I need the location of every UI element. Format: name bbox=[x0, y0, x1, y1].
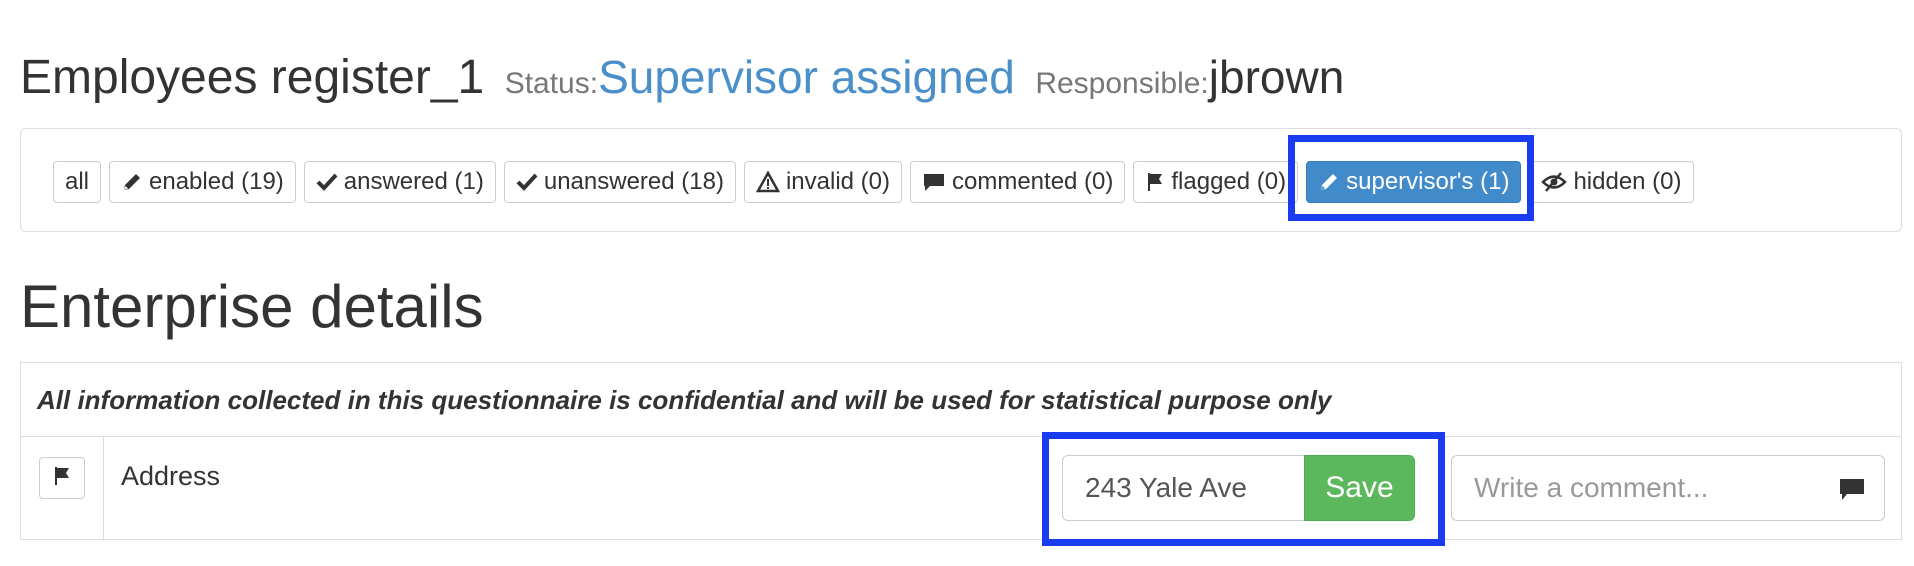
filter-invalid-label: invalid (0) bbox=[785, 168, 890, 195]
flag-cell bbox=[21, 437, 104, 541]
filter-answered-button[interactable]: answered (1) bbox=[303, 161, 496, 203]
filter-all-button[interactable]: all bbox=[53, 161, 102, 203]
comment-box bbox=[1451, 455, 1885, 521]
filter-flagged-button[interactable]: flagged (0) bbox=[1133, 161, 1299, 203]
filter-panel: all enabled (19) answered (1) unanswered… bbox=[20, 128, 1902, 232]
responsible-value: jbrown bbox=[1208, 51, 1345, 103]
question-table: All information collected in this questi… bbox=[20, 362, 1902, 541]
save-button[interactable]: Save bbox=[1304, 455, 1415, 521]
filter-commented-label: commented (0) bbox=[952, 168, 1114, 195]
filter-hidden-button[interactable]: hidden (0) bbox=[1529, 161, 1694, 203]
confidentiality-note: All information collected in this questi… bbox=[21, 363, 1901, 437]
status-label: Status: bbox=[504, 67, 599, 100]
flag-icon bbox=[1145, 171, 1165, 193]
filter-enabled-button[interactable]: enabled (19) bbox=[109, 161, 296, 203]
page-title: Employees register_1 bbox=[20, 51, 485, 104]
checkmark-icon bbox=[316, 171, 338, 193]
filter-invalid-button[interactable]: invalid (0) bbox=[743, 161, 902, 203]
filter-unanswered-button[interactable]: unanswered (18) bbox=[503, 161, 736, 203]
filter-hidden-label: hidden (0) bbox=[1573, 168, 1682, 195]
eye-slash-icon bbox=[1541, 171, 1568, 193]
filter-commented-button[interactable]: commented (0) bbox=[910, 161, 1126, 203]
warning-icon bbox=[755, 171, 780, 193]
status-value: Supervisor assigned bbox=[598, 51, 1015, 103]
filter-buttons: all enabled (19) answered (1) unanswered… bbox=[53, 161, 1694, 203]
comment-icon bbox=[922, 171, 946, 193]
filter-unanswered-label: unanswered (18) bbox=[543, 168, 724, 195]
filter-answered-label: answered (1) bbox=[343, 168, 484, 195]
pencil-icon bbox=[1318, 171, 1340, 193]
address-input[interactable] bbox=[1062, 455, 1304, 521]
flag-icon bbox=[52, 465, 72, 492]
save-button-label: Save bbox=[1325, 471, 1394, 504]
filter-enabled-label: enabled (19) bbox=[149, 168, 284, 195]
filter-supervisors-button[interactable]: supervisor's (1) bbox=[1306, 161, 1522, 203]
responsible-label: Responsible: bbox=[1035, 67, 1209, 100]
question-flag-button[interactable] bbox=[39, 457, 85, 499]
filter-supervisors-label: supervisor's (1) bbox=[1346, 168, 1510, 195]
filter-all-label: all bbox=[65, 168, 90, 195]
question-label: Address bbox=[121, 461, 221, 491]
filter-flagged-label: flagged (0) bbox=[1171, 168, 1287, 195]
comment-icon[interactable] bbox=[1838, 476, 1866, 507]
checkmark-icon bbox=[516, 171, 538, 193]
interview-header: Employees register_1 Status:Supervisor a… bbox=[20, 50, 1344, 105]
section-title: Enterprise details bbox=[20, 273, 484, 340]
comment-input[interactable] bbox=[1452, 456, 1822, 520]
pencil-icon bbox=[121, 171, 143, 193]
question-row: Address Save bbox=[21, 437, 1901, 541]
